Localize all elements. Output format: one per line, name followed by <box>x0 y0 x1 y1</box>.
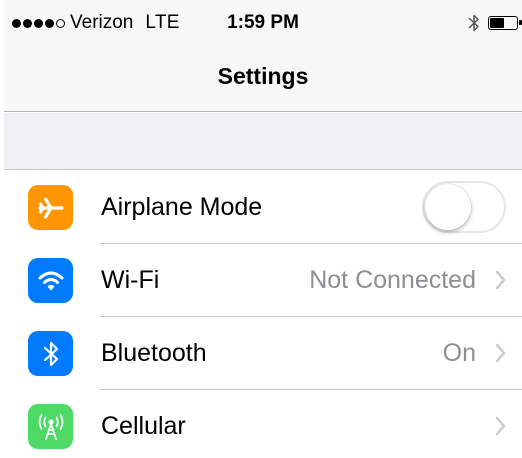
battery-level <box>490 18 504 28</box>
section-spacer <box>4 113 522 170</box>
bluetooth-icon <box>468 13 480 33</box>
settings-row-airplane-mode[interactable]: Airplane Mode <box>4 171 522 244</box>
settings-row-label: Cellular <box>101 412 186 440</box>
bluetooth-status-value: On <box>442 339 476 367</box>
wifi-status-value: Not Connected <box>309 266 476 294</box>
bluetooth-icon <box>28 331 73 376</box>
toggle-knob <box>425 184 471 230</box>
settings-row-wifi[interactable]: Wi-Fi Not Connected <box>4 244 522 317</box>
settings-row-label: Bluetooth <box>101 339 207 367</box>
chevron-right-icon <box>495 270 506 290</box>
cellular-icon <box>28 404 73 449</box>
airplane-icon <box>28 185 73 230</box>
status-bar: Verizon LTE 1:59 PM <box>4 0 522 44</box>
airplane-mode-toggle[interactable] <box>422 181 506 233</box>
settings-list: Airplane Mode Wi-Fi Not Connected Blueto… <box>4 171 522 458</box>
battery-icon <box>488 16 522 30</box>
settings-row-label: Wi-Fi <box>101 266 160 294</box>
settings-row-label: Airplane Mode <box>101 193 263 221</box>
status-time: 1:59 PM <box>227 12 299 33</box>
status-right <box>468 12 522 34</box>
navigation-bar: Settings <box>4 44 522 112</box>
settings-row-cellular[interactable]: Cellular <box>4 390 522 458</box>
ios-settings-screen: Verizon LTE 1:59 PM Settings Airplane Mo… <box>4 0 522 458</box>
chevron-right-icon <box>495 416 506 436</box>
settings-row-bluetooth[interactable]: Bluetooth On <box>4 317 522 390</box>
page-title: Settings <box>217 63 309 89</box>
chevron-right-icon <box>495 343 506 363</box>
wifi-icon <box>28 258 73 303</box>
